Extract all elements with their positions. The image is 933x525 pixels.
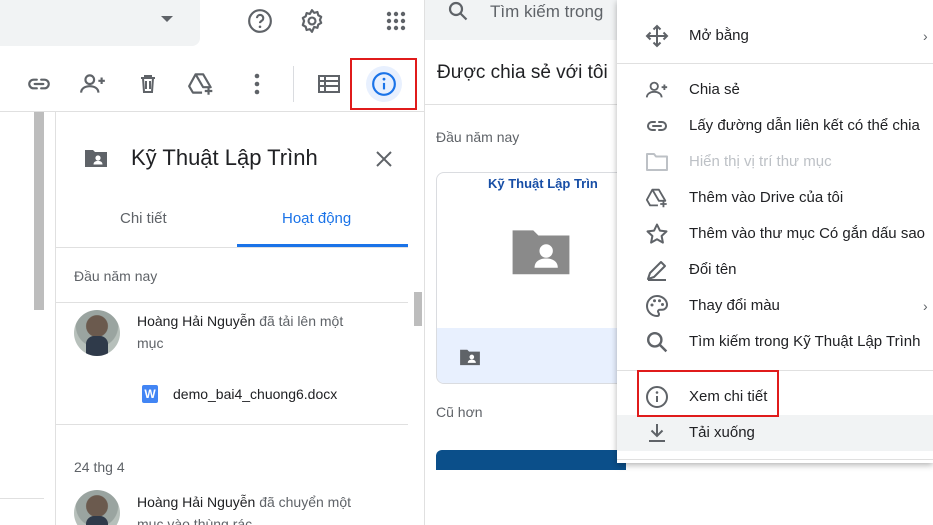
context-menu: Mở bằng › Chia sẻ Lấy đường dẫn liên kết… [617,0,933,463]
section-divider [56,424,408,425]
menu-item-add-to-drive[interactable]: Thêm vào Drive của tôi [617,180,933,216]
list-view-icon[interactable] [312,68,346,100]
file-list-scrollbar[interactable] [34,112,44,310]
file-list-divider [0,498,44,499]
details-scrollbar[interactable] [414,292,422,326]
palette-icon [645,294,669,318]
search-bar[interactable]: Tìm kiếm trong [425,0,625,40]
search-icon[interactable] [445,0,471,22]
close-icon[interactable] [370,145,398,173]
menu-item-open-with[interactable]: Mở bằng › [617,18,933,54]
activity-action: đã tải lên một [259,313,344,329]
app-root: Kỹ Thuật Lập Trình Chi tiết Hoạt động Đầ… [0,0,933,525]
details-tabs: Chi tiết Hoạt động [56,200,408,248]
title-divider [425,104,625,105]
view-details-highlight-box [637,370,779,417]
menu-item-label: Chia sẻ [689,81,740,98]
menu-item-rename[interactable]: Đổi tên [617,252,933,288]
add-to-drive-icon[interactable] [184,68,218,100]
search-icon [645,330,669,354]
page-title: Được chia sẻ với tôi [437,62,608,83]
activity-section-label: Đầu năm nay [74,268,158,284]
menu-item-label: Hiển thị vị trí thư mục [689,153,832,170]
link-icon [645,114,669,138]
older-section-label: Cũ hơn [436,404,483,420]
get-link-icon[interactable] [22,68,56,100]
word-doc-icon: W [142,385,158,403]
menu-item-add-starred[interactable]: Thêm vào thư mục Có gắn dấu sao [617,216,933,252]
menu-item-get-link[interactable]: Lấy đường dẫn liên kết có thể chia [617,108,933,144]
avatar [74,490,120,525]
shared-folder-icon [457,346,483,368]
activity-action-cont: mục vào thùng rác [137,516,253,525]
folder-card-footer [437,328,635,383]
section-divider [56,302,408,303]
details-panel: Kỹ Thuật Lập Trình Chi tiết Hoạt động Đầ… [55,112,422,525]
activity-action: đã chuyển một [259,494,352,510]
activity-user: Hoàng Hải Nguyễn [137,494,256,510]
folder-card-name[interactable]: Kỹ Thuật Lập Trìn [488,176,598,191]
trash-icon[interactable] [131,68,165,100]
menu-divider [617,459,933,460]
menu-item-label: Thêm vào Drive của tôi [689,189,844,206]
menu-item-share[interactable]: Chia sẻ [617,72,933,108]
activity-description: Hoàng Hải Nguyễn đã tải lên một mục [137,310,397,354]
apps-grid-icon[interactable] [378,6,414,36]
help-icon[interactable] [242,6,278,36]
avatar [74,310,120,356]
shared-folder-icon [82,146,110,170]
details-title: Kỹ Thuật Lập Trình [131,145,318,170]
menu-item-label: Mở bằng [689,27,749,44]
info-button-highlight-box [350,58,417,110]
activity-file-name[interactable]: demo_bai4_chuong6.docx [173,386,337,402]
search-input[interactable]: Tìm kiếm trong [490,2,603,22]
search-options-caret-icon[interactable] [161,16,173,22]
activity-section-label: 24 thg 4 [74,459,125,475]
toolbar-divider [293,66,294,102]
star-icon [645,222,669,246]
download-icon [645,421,669,445]
menu-item-label: Lấy đường dẫn liên kết có thể chia [689,117,920,134]
menu-item-label: Đổi tên [689,261,737,278]
menu-item-download[interactable]: Tải xuống [617,415,933,451]
menu-item-search-in-folder[interactable]: Tìm kiếm trong Kỹ Thuật Lập Trình [617,324,933,360]
person-add-icon [645,78,669,102]
search-bar-tail[interactable] [0,0,200,46]
share-person-add-icon[interactable] [76,68,110,100]
folder-icon [645,150,669,174]
activity-description: Hoàng Hải Nguyễn đã chuyển một mục vào t… [137,491,397,525]
menu-item-change-color[interactable]: Thay đổi màu › [617,288,933,324]
left-pane: Kỹ Thuật Lập Trình Chi tiết Hoạt động Đầ… [0,0,425,525]
active-tab-indicator [237,244,408,247]
recent-section-label: Đầu năm nay [436,129,520,145]
menu-divider [617,63,933,64]
menu-item-label: Tìm kiếm trong Kỹ Thuật Lập Trình [689,333,921,350]
activity-user: Hoàng Hải Nguyễn [137,313,256,329]
menu-item-label: Thêm vào thư mục Có gắn dấu sao [689,225,926,242]
shared-with-me-pane: Tìm kiếm trong Được chia sẻ với tôi Đầu … [425,0,636,525]
menu-item-label: Thay đổi màu [689,297,780,314]
more-vertical-icon[interactable] [240,68,274,100]
file-thumbnail-partial[interactable] [436,450,626,470]
pencil-icon [645,258,669,282]
folder-card[interactable] [436,172,636,384]
move-arrows-icon [645,24,669,48]
settings-gear-icon[interactable] [294,6,330,36]
menu-item-label: Tải xuống [689,424,755,441]
activity-action-cont: mục [137,335,164,351]
drive-add-icon [645,186,669,210]
chevron-right-icon: › [923,28,928,44]
tab-activity[interactable]: Hoạt động [282,210,351,227]
shared-folder-icon [509,223,573,279]
menu-item-show-location: Hiển thị vị trí thư mục [617,144,933,180]
tab-details[interactable]: Chi tiết [120,210,167,227]
chevron-right-icon: › [923,298,928,314]
